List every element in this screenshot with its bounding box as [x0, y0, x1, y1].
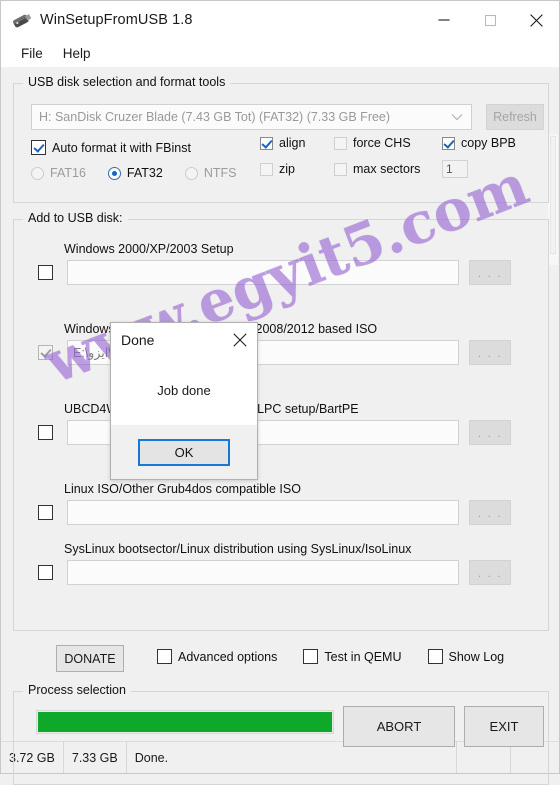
- disk-row-browse-button[interactable]: . . .: [469, 500, 511, 525]
- usb-flash-drive-icon: [9, 7, 35, 33]
- refresh-button[interactable]: Refresh: [486, 104, 544, 130]
- dialog-footer: OK: [111, 425, 257, 479]
- checkbox-show-log[interactable]: Show Log: [427, 649, 505, 664]
- max-sectors-input[interactable]: 1: [442, 160, 468, 178]
- auto-format-checkbox[interactable]: Auto format it with FBinst: [31, 140, 191, 155]
- disk-row: Windows Vista / 7 / 8 / 10 / Server 2008…: [14, 322, 548, 365]
- radio-fat32[interactable]: FAT32: [107, 166, 163, 180]
- checkbox-advanced-options[interactable]: Advanced options: [157, 649, 277, 664]
- disk-row-checkbox[interactable]: [38, 425, 53, 440]
- radio-fat16-label: FAT16: [50, 166, 86, 180]
- close-icon[interactable]: [513, 1, 559, 39]
- checkbox-test-in-qemu-box: [303, 649, 319, 664]
- checkbox-copy-bpb-box: [442, 136, 455, 150]
- add-group-title: Add to USB disk:: [23, 211, 128, 225]
- menu-item-file[interactable]: File: [11, 44, 53, 63]
- process-selection-group: Process selection ABORT EXIT: [13, 683, 549, 785]
- checkbox-force-chs-box: [334, 136, 347, 150]
- close-icon[interactable]: [223, 323, 257, 357]
- add-to-usb-group: Add to USB disk: Windows 2000/XP/2003 Se…: [13, 211, 549, 631]
- disk-row: SysLinux bootsector/Linux distribution u…: [14, 542, 548, 585]
- disk-row: Windows 2000/XP/2003 Setup . . .: [14, 242, 548, 285]
- menu-bar: File Help: [1, 39, 559, 67]
- exit-button[interactable]: EXIT: [464, 706, 544, 747]
- radio-fat16[interactable]: FAT16: [31, 166, 86, 180]
- progress-bar-fill: [38, 712, 332, 732]
- menu-item-help[interactable]: Help: [53, 44, 101, 63]
- done-dialog: Done Job done OK: [110, 322, 258, 480]
- donate-button[interactable]: DONATE: [56, 645, 124, 672]
- checkbox-zip-label: zip: [279, 162, 295, 176]
- checkbox-zip[interactable]: zip: [260, 162, 334, 176]
- checkbox-max-sectors[interactable]: max sectors: [334, 162, 442, 176]
- scrollbar-thumb[interactable]: [550, 136, 556, 254]
- radio-ntfs-label: NTFS: [203, 166, 237, 180]
- usb-drive-select[interactable]: H: SanDisk Cruzer Blade (7.43 GB Tot) (F…: [31, 104, 472, 130]
- process-group-title: Process selection: [23, 683, 131, 697]
- usb-drive-select-value: H: SanDisk Cruzer Blade (7.43 GB Tot) (F…: [39, 110, 391, 124]
- dialog-body: Job done: [111, 357, 257, 425]
- disk-row-path-input[interactable]: [67, 260, 459, 285]
- checkbox-show-log-label: Show Log: [448, 649, 505, 664]
- minimize-icon[interactable]: [421, 1, 467, 39]
- checkbox-test-in-qemu-label: Test in QEMU: [324, 649, 402, 664]
- disk-row-browse-button[interactable]: . . .: [469, 340, 511, 365]
- disk-row: Linux ISO/Other Grub4dos compatible ISO …: [14, 482, 548, 525]
- dialog-title: Done: [121, 332, 155, 348]
- checkbox-force-chs-label: force CHS: [353, 136, 411, 150]
- auto-format-label: Auto format it with FBinst: [52, 140, 191, 155]
- checkbox-force-chs[interactable]: force CHS: [334, 136, 442, 150]
- disk-row-label: SysLinux bootsector/Linux distribution u…: [64, 542, 412, 556]
- checkbox-align-box: [260, 136, 273, 150]
- window-controls: [421, 1, 559, 39]
- checkbox-copy-bpb[interactable]: copy BPB: [442, 136, 516, 150]
- checkbox-zip-box: [260, 162, 273, 176]
- checkbox-align-label: align: [279, 136, 306, 150]
- disk-row-browse-button[interactable]: . . .: [469, 260, 511, 285]
- usb-group-title: USB disk selection and format tools: [23, 75, 231, 89]
- maximize-icon[interactable]: [467, 1, 513, 39]
- application-window: WinSetupFromUSB 1.8 File Help USB disk s…: [0, 0, 560, 785]
- dialog-message: Job done: [157, 383, 211, 398]
- client-area: USB disk selection and format tools H: S…: [1, 67, 559, 785]
- checkbox-advanced-options-label: Advanced options: [178, 649, 278, 664]
- title-bar: WinSetupFromUSB 1.8: [1, 1, 559, 39]
- checkbox-max-sectors-label: max sectors: [353, 162, 421, 176]
- disk-row-browse-button[interactable]: . . .: [469, 420, 511, 445]
- disk-row-checkbox[interactable]: [38, 565, 53, 580]
- checkbox-advanced-options-box: [157, 649, 172, 664]
- disk-row-label: Windows 2000/XP/2003 Setup: [64, 242, 234, 256]
- disk-row-path-input[interactable]: [67, 500, 459, 525]
- checkbox-align[interactable]: align: [260, 136, 334, 150]
- radio-ntfs[interactable]: NTFS: [184, 166, 237, 180]
- checkbox-max-sectors-box: [334, 162, 347, 176]
- window-title: WinSetupFromUSB 1.8: [40, 12, 193, 28]
- disk-row: UBCD4Win/WinBuilder/Windows FLPC setup/B…: [14, 402, 548, 445]
- radio-fat16-dot: [31, 166, 44, 180]
- usb-disk-group: USB disk selection and format tools H: S…: [13, 75, 549, 203]
- disk-row-browse-button[interactable]: . . .: [469, 560, 511, 585]
- progress-bar: [36, 710, 334, 734]
- dialog-ok-button[interactable]: OK: [138, 438, 230, 466]
- auto-format-checkbox-box: [31, 140, 46, 155]
- filesystem-radio-group: FAT16 FAT32 NTFS: [31, 166, 236, 180]
- radio-ntfs-dot: [184, 166, 198, 180]
- disk-row-path-input[interactable]: [67, 560, 459, 585]
- bottom-options: Advanced options Test in QEMU Show Log: [157, 649, 504, 664]
- dialog-title-bar: Done: [111, 323, 257, 357]
- vertical-scrollbar[interactable]: [548, 134, 558, 265]
- disk-row-checkbox[interactable]: [38, 345, 53, 360]
- abort-button[interactable]: ABORT: [343, 706, 455, 747]
- format-options-group: align force CHS copy BPB zip max sectors: [260, 136, 516, 178]
- checkbox-test-in-qemu[interactable]: Test in QEMU: [303, 649, 402, 664]
- checkbox-show-log-box: [427, 649, 443, 664]
- chevron-down-icon[interactable]: [443, 105, 471, 129]
- disk-row-checkbox[interactable]: [38, 265, 53, 280]
- checkbox-copy-bpb-label: copy BPB: [461, 136, 516, 150]
- disk-row-checkbox[interactable]: [38, 505, 53, 520]
- radio-fat32-label: FAT32: [126, 166, 163, 180]
- radio-fat32-dot: [107, 166, 121, 180]
- disk-row-label: Linux ISO/Other Grub4dos compatible ISO: [64, 482, 301, 496]
